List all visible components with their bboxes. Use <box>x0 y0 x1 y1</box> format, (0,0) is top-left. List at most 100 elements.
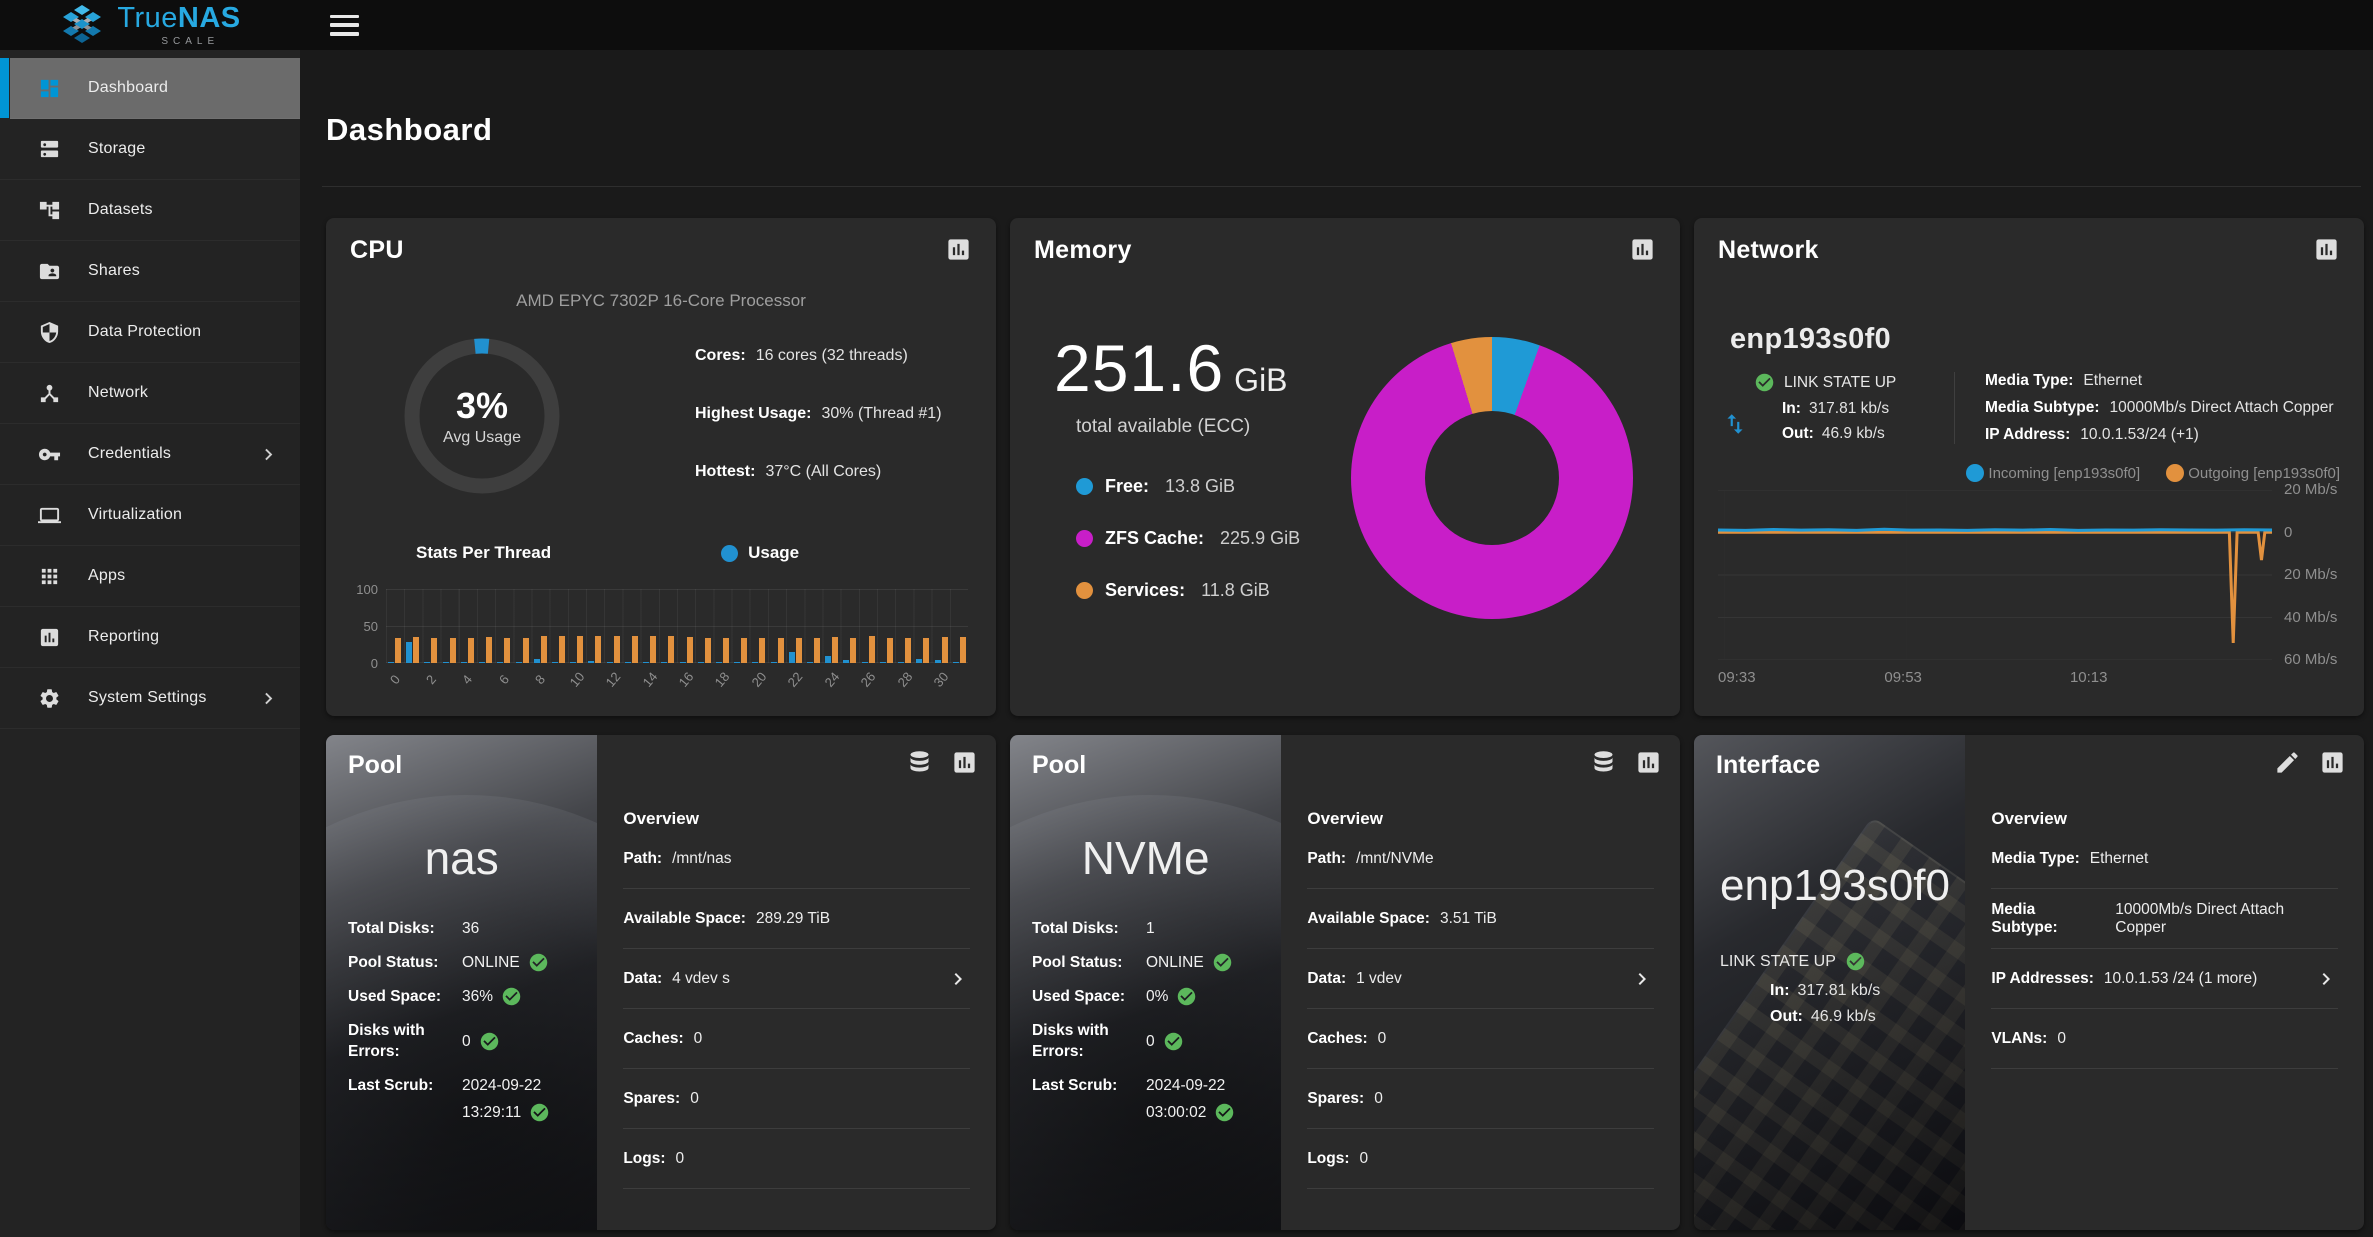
thread-bar-group <box>534 589 547 663</box>
thread-bar-group <box>643 589 656 663</box>
media-type-row: Media Type: Ethernet <box>1985 372 2334 390</box>
interface-edit-button[interactable] <box>2274 749 2301 776</box>
pool-storage-button[interactable] <box>906 749 933 776</box>
sidebar-item-label: Reporting <box>88 628 159 646</box>
temperature-bar <box>632 636 638 663</box>
vlans-row: VLANs: 0 <box>1991 1009 2338 1069</box>
thread-bar-group <box>388 589 401 663</box>
sidebar-item-data-protection[interactable]: Data Protection <box>0 302 300 363</box>
memory-total-caption: total available (ECC) <box>1076 416 1250 438</box>
thread-bar-group <box>552 589 565 663</box>
memory-widget-title: Memory <box>1034 236 1132 265</box>
temperature-bar <box>960 637 966 663</box>
sidebar-item-label: System Settings <box>88 689 207 707</box>
check-circle-icon <box>501 986 522 1007</box>
data-vdevs-row[interactable]: Data: 1 vdev <box>1307 949 1654 1009</box>
check-circle-icon <box>528 952 549 973</box>
pool-overview-pane: Overview Path: /mnt/NVMe Available Space… <box>1281 735 1680 1230</box>
pool-stats: Total Disks: 1 Pool Status: ONLINE Used … <box>1032 918 1273 1136</box>
key-icon <box>38 443 61 466</box>
cpu-hottest-stat: Hottest: 37°C (All Cores) <box>695 463 942 481</box>
cpu-avg-usage-gauge: 3% Avg Usage <box>397 331 567 501</box>
truenas-logo[interactable]: TrueNAS SCALE <box>0 0 300 50</box>
memory-reports-button[interactable] <box>1629 236 1656 263</box>
thread-bar-group <box>953 589 966 663</box>
shield-icon <box>38 321 61 344</box>
menu-icon[interactable] <box>330 15 359 36</box>
sidebar-item-label: Data Protection <box>88 323 201 341</box>
sidebar-item-credentials[interactable]: Credentials <box>0 424 300 485</box>
thread-bar-group <box>680 589 693 663</box>
spares-row: Spares: 0 <box>1307 1069 1654 1129</box>
cpu-avg-usage-value: 3% <box>456 385 508 427</box>
title-divider <box>322 186 2361 187</box>
network-widget-title: Network <box>1718 236 1819 265</box>
truenas-logo-icon <box>59 4 105 46</box>
temperature-bar <box>832 637 838 663</box>
brand-true: True <box>117 2 178 34</box>
thread-bar-group <box>461 589 474 663</box>
pool-widget-title: Pool <box>348 751 402 780</box>
chart-icon <box>951 749 978 776</box>
network-reports-button[interactable] <box>2313 236 2340 263</box>
storage-icon <box>38 138 61 161</box>
brand-text: TrueNAS SCALE <box>117 4 240 47</box>
sidebar-item-storage[interactable]: Storage <box>0 119 300 180</box>
pool-status-stat: Pool Status: ONLINE <box>1032 952 1273 973</box>
thread-bar-group <box>935 589 948 663</box>
thread-bar-group <box>716 589 729 663</box>
sidebar-item-virtualization[interactable]: Virtualization <box>0 485 300 546</box>
temperature-bar <box>577 636 583 663</box>
chevron-right-icon <box>946 967 970 991</box>
link-state-label: LINK STATE UP <box>1720 953 1836 971</box>
temperature-bar <box>413 637 419 663</box>
thread-bar-group <box>916 589 929 663</box>
sidebar-item-label: Storage <box>88 140 145 158</box>
data-vdevs-row[interactable]: Data: 4 vdev s <box>623 949 970 1009</box>
sidebar-item-label: Network <box>88 384 148 402</box>
pool-reports-button[interactable] <box>951 749 978 776</box>
sidebar-item-apps[interactable]: Apps <box>0 546 300 607</box>
sidebar-item-reporting[interactable]: Reporting <box>0 607 300 668</box>
database-icon <box>1590 749 1617 776</box>
disks-with-errors-stat: Disks with Errors: 0 <box>1032 1020 1273 1062</box>
pool-reports-button[interactable] <box>1635 749 1662 776</box>
network-media-info: Media Type: Ethernet Media Subtype: 1000… <box>1954 372 2334 444</box>
sidebar-item-system-settings[interactable]: System Settings <box>0 668 300 729</box>
memory-free-legend: Free: 13.8 GiB <box>1076 476 1300 497</box>
caches-row: Caches: 0 <box>623 1009 970 1069</box>
interface-out-rate: Out: 46.9 kb/s <box>1770 1008 1880 1026</box>
thread-bar-group <box>516 589 529 663</box>
top-bar: TrueNAS SCALE <box>0 0 2373 50</box>
network-chart-y-axis: 20 Mb/s020 Mb/s40 Mb/s60 Mb/s <box>2272 490 2340 660</box>
memory-total: 251.6 GiB <box>1054 330 1288 406</box>
sidebar: Dashboard Storage Datasets Shares Data P… <box>0 50 300 1237</box>
temperature-bar <box>595 636 601 663</box>
sidebar-item-datasets[interactable]: Datasets <box>0 180 300 241</box>
page-title: Dashboard <box>326 112 492 148</box>
temperature-bar <box>541 636 547 663</box>
free-legend-dot <box>1076 478 1093 495</box>
check-circle-icon <box>529 1102 550 1123</box>
thread-bar-group <box>752 589 765 663</box>
temperature-bar <box>850 638 856 663</box>
temperature-bar <box>504 638 510 663</box>
cpu-widget: CPU AMD EPYC 7302P 16-Core Processor <box>326 218 996 716</box>
temperature-bar <box>668 636 674 663</box>
sidebar-item-network[interactable]: Network <box>0 363 300 424</box>
network-widget: Network enp193s0f0 LINK STATE UP <box>1694 218 2364 716</box>
cpu-reports-button[interactable] <box>945 236 972 263</box>
ip-addresses-row[interactable]: IP Addresses: 10.0.1.53 /24 (1 more) <box>1991 949 2338 1009</box>
network-hub-icon <box>38 382 61 405</box>
incoming-legend: Incoming [enp193s0f0] <box>1966 464 2140 482</box>
thread-bar-group <box>862 589 875 663</box>
brand-nas: NAS <box>178 2 241 34</box>
interface-reports-button[interactable] <box>2319 749 2346 776</box>
last-scrub-stat: Last Scrub: 2024-09-22 13:29:11 <box>348 1075 589 1123</box>
sidebar-item-dashboard[interactable]: Dashboard <box>10 58 300 119</box>
thread-bar-group <box>570 589 583 663</box>
thread-bar-group <box>880 589 893 663</box>
sidebar-item-shares[interactable]: Shares <box>0 241 300 302</box>
pool-name: nas <box>326 831 597 885</box>
pool-storage-button[interactable] <box>1590 749 1617 776</box>
